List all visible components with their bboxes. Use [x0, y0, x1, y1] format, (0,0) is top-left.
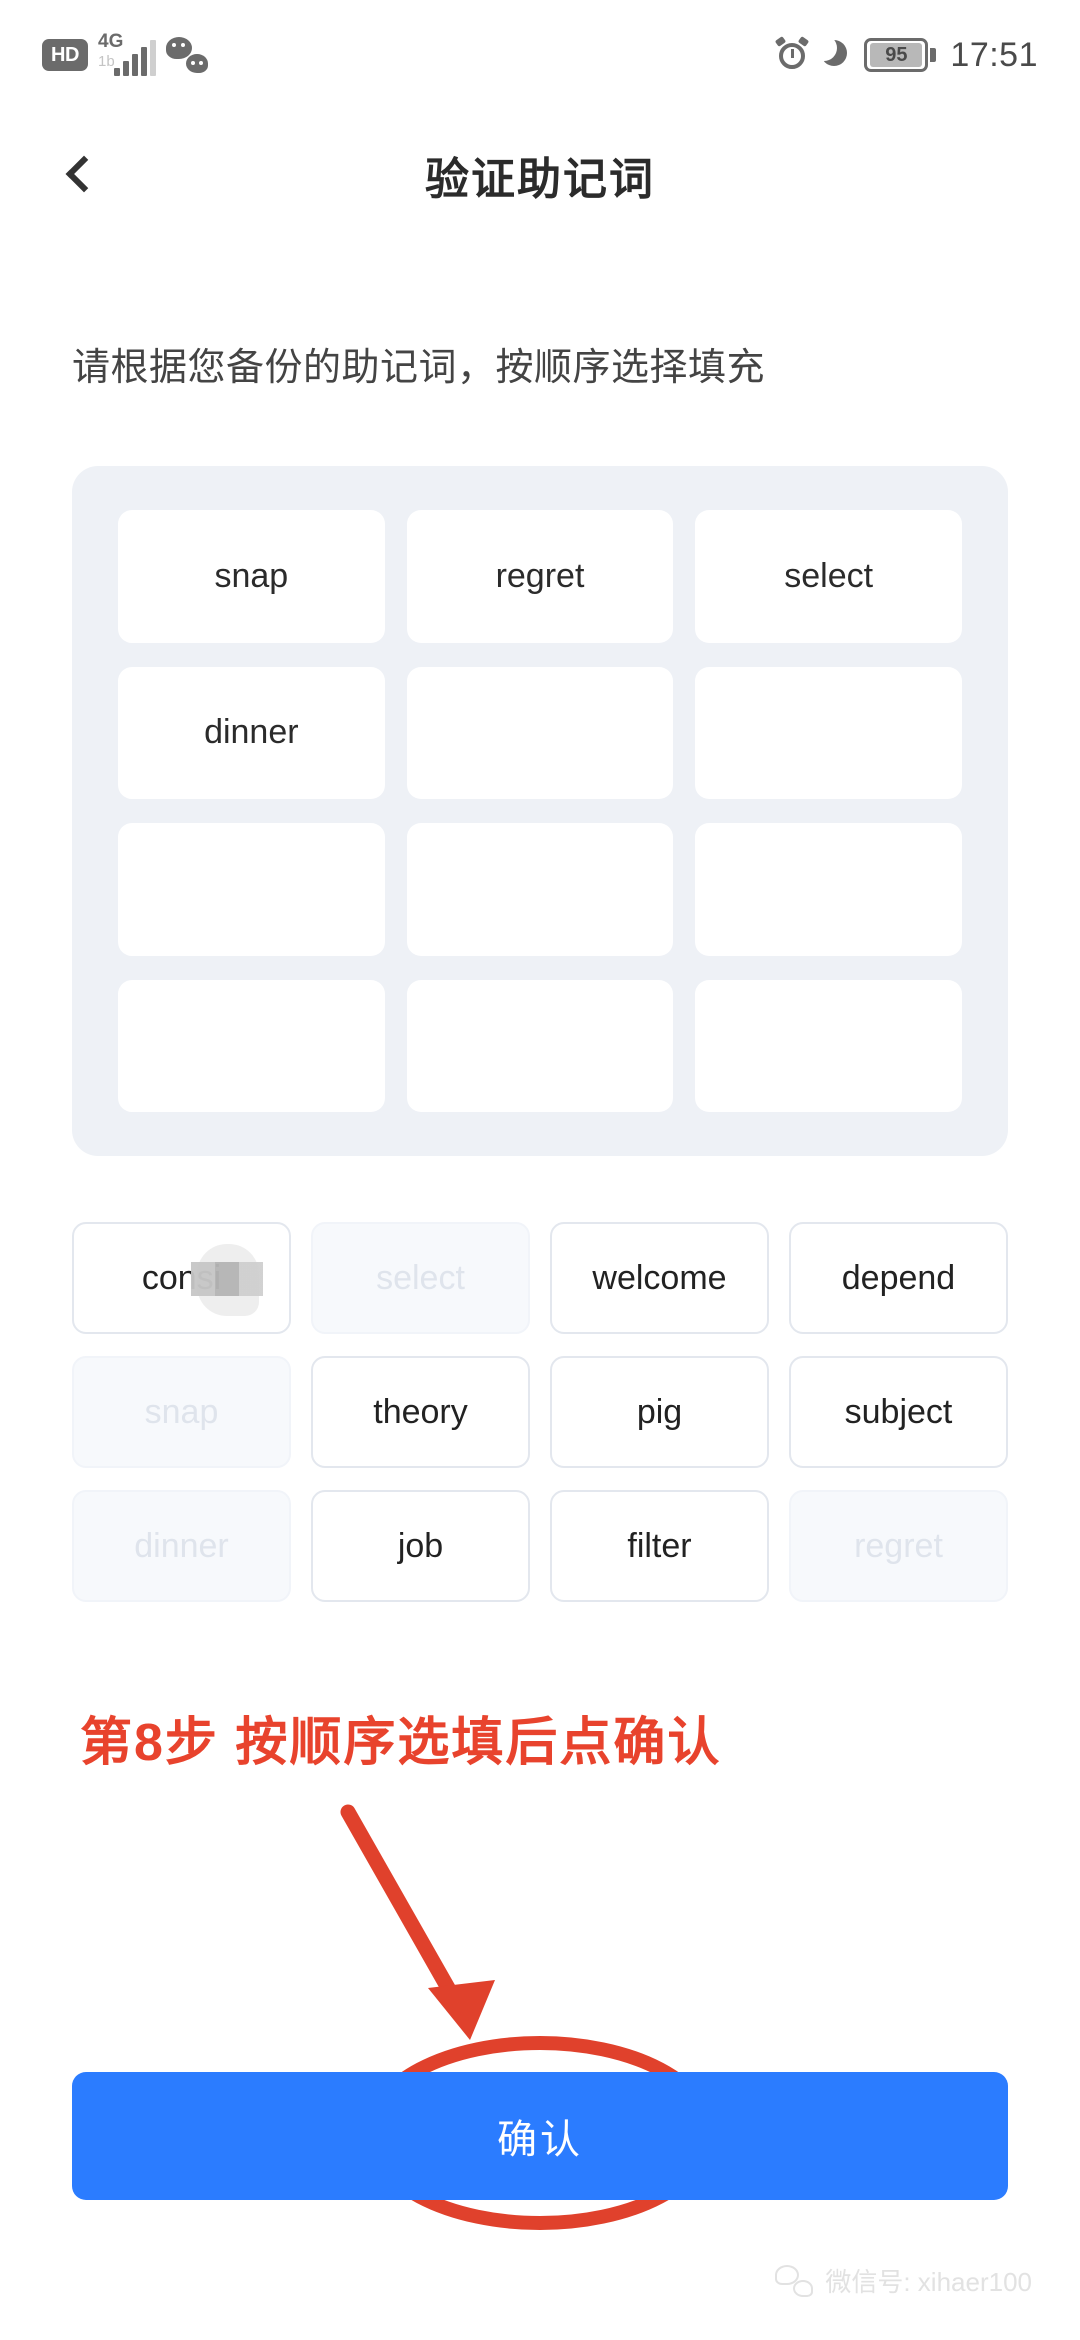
footer-watermark-label: 微信号: xihaer100 — [825, 2267, 1032, 2297]
confirm-button[interactable]: 确认 — [72, 2072, 1008, 2200]
mnemonic-slot[interactable] — [695, 823, 962, 956]
mnemonic-slot[interactable] — [406, 666, 674, 799]
mnemonic-slot[interactable] — [406, 823, 674, 956]
status-bar-right: 95 17:51 — [775, 35, 1038, 75]
mnemonic-slot[interactable] — [118, 823, 385, 956]
alarm-icon — [775, 36, 810, 72]
signal-bars — [114, 40, 156, 76]
mnemonic-slot[interactable] — [118, 979, 385, 1112]
mnemonic-slot[interactable]: snap — [118, 510, 385, 643]
down-arrow-annotation — [340, 1804, 495, 2040]
mosaic-overlay — [191, 1262, 263, 1296]
mnemonic-slot[interactable]: select — [695, 510, 962, 643]
word-chip[interactable]: job — [311, 1490, 530, 1602]
downlink-label: 1b — [98, 53, 115, 70]
battery-icon: 95 — [864, 38, 937, 72]
battery-percent: 95 — [870, 43, 923, 67]
word-chip[interactable]: theory — [311, 1356, 530, 1468]
signal-icon: 4G 1b — [98, 32, 156, 76]
word-chip[interactable]: select — [311, 1222, 530, 1334]
word-chip[interactable]: depend — [789, 1222, 1008, 1334]
status-bar: HD 4G 1b 95 17:51 — [0, 0, 1080, 110]
status-bar-clock: 17:51 — [950, 35, 1038, 74]
step-annotation-text: 第8步 按顺序选填后点确认 — [80, 1714, 722, 1772]
word-chip[interactable]: subject — [789, 1356, 1008, 1468]
word-chip[interactable]: pig — [550, 1356, 769, 1468]
footer-watermark: 微信号: xihaer100 — [775, 2262, 1032, 2299]
hd-badge: HD — [42, 39, 88, 71]
word-chip[interactable]: regret — [789, 1490, 1008, 1602]
app-screen: HD 4G 1b 95 17:51 验证助记词 请根据您备份的助记词，按顺序选择… — [0, 0, 1080, 2340]
mnemonic-slot-grid: snap regret select dinner — [118, 510, 962, 1112]
wechat-icon — [166, 37, 208, 73]
instruction-text: 请根据您备份的助记词，按顺序选择填充 — [72, 347, 766, 389]
page-header: 验证助记词 — [0, 110, 1080, 240]
mnemonic-slot[interactable] — [695, 666, 962, 799]
mnemonic-slot[interactable]: dinner — [118, 666, 385, 799]
mnemonic-slot-panel: snap regret select dinner — [72, 466, 1008, 1156]
mnemonic-slot[interactable]: regret — [406, 510, 674, 643]
word-chip[interactable]: snap — [72, 1356, 291, 1468]
word-bank: consi select welcome depend snap theory … — [72, 1222, 1008, 1602]
word-chip[interactable]: filter — [550, 1490, 769, 1602]
word-chip[interactable]: consi — [72, 1222, 291, 1334]
word-chip[interactable]: welcome — [550, 1222, 769, 1334]
mnemonic-slot[interactable] — [695, 979, 962, 1112]
wechat-icon — [775, 2264, 814, 2297]
word-chip[interactable]: dinner — [72, 1490, 291, 1602]
status-bar-left: HD 4G 1b — [42, 32, 208, 76]
mnemonic-slot[interactable] — [406, 979, 674, 1112]
moon-icon — [822, 40, 850, 70]
page-title: 验证助记词 — [425, 155, 655, 204]
